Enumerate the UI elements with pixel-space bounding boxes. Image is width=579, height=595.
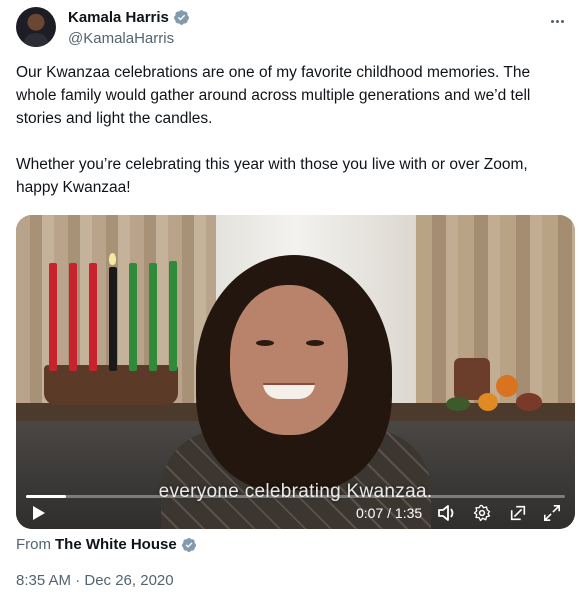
tweet-text: Our Kwanzaa celebrations are one of my f… <box>16 64 531 196</box>
fruit-squash <box>516 393 542 411</box>
candle-red-1 <box>49 263 57 371</box>
person-eye-right <box>306 340 324 346</box>
author-name-row: Kamala Harris <box>68 9 190 26</box>
pip-icon[interactable] <box>508 503 528 523</box>
candle-green-3 <box>169 261 177 371</box>
candle-black <box>109 267 117 371</box>
kinara <box>44 365 178 405</box>
video-progress-bar[interactable] <box>26 495 565 498</box>
video-controls: 0:07 / 1:35 <box>16 491 575 529</box>
video-player[interactable]: everyone celebrating Kwanzaa. 0:07 / 1:3… <box>16 215 575 529</box>
fullscreen-icon[interactable] <box>542 503 562 523</box>
fruit-leaves <box>446 397 470 411</box>
volume-icon[interactable] <box>436 503 458 523</box>
person-eye-left <box>256 340 274 346</box>
fruit-orange <box>496 375 518 397</box>
settings-icon[interactable] <box>472 503 492 523</box>
candle-flame <box>109 253 116 265</box>
source-prefix: From <box>16 536 51 553</box>
candle-red-3 <box>89 263 97 371</box>
candle-green-1 <box>129 263 137 371</box>
play-icon[interactable] <box>30 503 48 523</box>
video-progress-fill <box>26 495 66 498</box>
candle-green-2 <box>149 263 157 371</box>
verified-badge-icon <box>173 10 189 25</box>
tweet-header: Kamala Harris @KamalaHarris <box>16 7 567 51</box>
avatar[interactable] <box>16 7 56 47</box>
fruit-orange-2 <box>478 393 498 411</box>
author-handle[interactable]: @KamalaHarris <box>68 30 174 47</box>
source-name[interactable]: The White House <box>55 536 177 553</box>
author-name[interactable]: Kamala Harris <box>68 9 169 26</box>
person-face <box>230 285 348 435</box>
tweet-timestamp[interactable]: 8:35 AM · Dec 26, 2020 <box>16 572 174 589</box>
video-time: 0:07 / 1:35 <box>356 505 423 521</box>
verified-badge-icon <box>181 537 196 552</box>
source-attribution: From The White House <box>16 536 197 553</box>
person-smile <box>263 383 315 399</box>
more-options-icon[interactable] <box>547 11 567 31</box>
candle-red-2 <box>69 263 77 371</box>
